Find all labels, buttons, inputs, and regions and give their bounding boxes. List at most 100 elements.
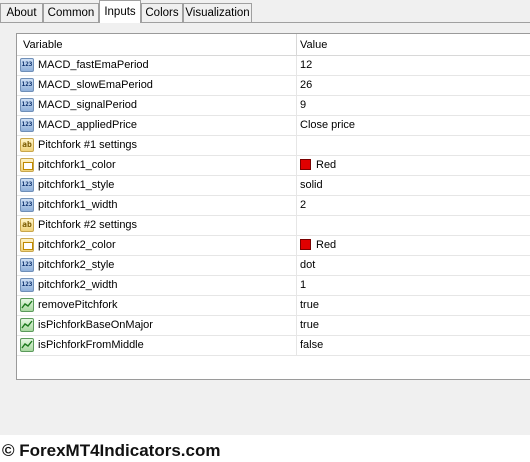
value-text: 1 xyxy=(300,279,307,291)
cell-divider xyxy=(296,236,297,255)
table-row[interactable]: isPichforkBaseOnMajor true xyxy=(17,316,530,336)
table-row[interactable]: ab Pitchfork #1 settings xyxy=(17,136,530,156)
value-cell[interactable]: true xyxy=(300,296,319,315)
variable-name: pitchfork2_width xyxy=(38,279,118,291)
tab-about[interactable]: About xyxy=(0,3,43,22)
cell-divider xyxy=(296,316,297,335)
value-text: 26 xyxy=(300,79,313,91)
numeric-icon: 123 xyxy=(20,178,34,192)
variable-name: pitchfork2_color xyxy=(38,239,116,251)
variable-name: pitchfork1_style xyxy=(38,179,115,191)
table-row[interactable]: 123 MACD_signalPeriod 9 xyxy=(17,96,530,116)
value-cell[interactable]: 12 xyxy=(300,56,312,75)
tab-visualization[interactable]: Visualization xyxy=(183,3,252,22)
table-row[interactable]: removePitchfork true xyxy=(17,296,530,316)
color-icon xyxy=(20,158,34,172)
value-cell[interactable]: false xyxy=(300,336,323,355)
grid-rows: 123 MACD_fastEmaPeriod 12 123 MACD_slowEmaPe… xyxy=(17,56,530,356)
cell-divider xyxy=(296,276,297,295)
value-text: Red xyxy=(316,239,337,251)
value-cell[interactable]: 9 xyxy=(300,96,306,115)
numeric-icon: 123 xyxy=(20,118,34,132)
variable-name: removePitchfork xyxy=(38,299,118,311)
variable-name: MACD_slowEmaPeriod xyxy=(38,79,153,91)
variable-name: isPichforkBaseOnMajor xyxy=(38,319,153,331)
value-text: true xyxy=(300,299,319,311)
cell-divider xyxy=(296,196,297,215)
color-swatch[interactable] xyxy=(300,239,311,250)
grid-header: Variable Value xyxy=(17,34,530,56)
cell-divider xyxy=(296,76,297,95)
inputs-grid: Variable Value 123 MACD_fastEmaPeriod 12 12… xyxy=(16,33,530,380)
value-cell[interactable]: 2 xyxy=(300,196,306,215)
tab-bar: About Common Inputs Colors Visualization xyxy=(0,0,530,23)
variable-name: MACD_appliedPrice xyxy=(38,119,138,131)
variable-name: isPichforkFromMiddle xyxy=(38,339,144,351)
value-text: dot xyxy=(300,259,316,271)
table-row[interactable]: 123 pitchfork1_style solid xyxy=(17,176,530,196)
table-row[interactable]: 123 pitchfork1_width 2 xyxy=(17,196,530,216)
column-divider[interactable] xyxy=(296,34,297,56)
value-text: Close price xyxy=(300,119,356,131)
table-row[interactable]: pitchfork1_color Red xyxy=(17,156,530,176)
value-text: 2 xyxy=(300,199,307,211)
variable-name: Pitchfork #1 settings xyxy=(38,139,138,151)
value-text: 9 xyxy=(300,99,307,111)
cell-divider xyxy=(296,156,297,175)
color-icon xyxy=(20,238,34,252)
value-text: 12 xyxy=(300,59,313,71)
tab-inputs[interactable]: Inputs xyxy=(99,0,141,23)
boolean-icon xyxy=(20,318,34,332)
table-row[interactable]: 123 MACD_fastEmaPeriod 12 xyxy=(17,56,530,76)
table-row[interactable]: 123 MACD_appliedPrice Close price xyxy=(17,116,530,136)
numeric-icon: 123 xyxy=(20,258,34,272)
watermark-text: © ForexMT4Indicators.com xyxy=(2,441,221,460)
value-text: true xyxy=(300,319,319,331)
table-row[interactable]: isPichforkFromMiddle false xyxy=(17,336,530,356)
boolean-icon xyxy=(20,338,34,352)
boolean-icon xyxy=(20,298,34,312)
tab-common[interactable]: Common xyxy=(43,3,99,22)
cell-divider xyxy=(296,216,297,235)
numeric-icon: 123 xyxy=(20,198,34,212)
value-cell[interactable]: solid xyxy=(300,176,323,195)
cell-divider xyxy=(296,56,297,75)
value-text: false xyxy=(300,339,324,351)
value-cell[interactable]: dot xyxy=(300,256,315,275)
numeric-icon: 123 xyxy=(20,58,34,72)
cell-divider xyxy=(296,176,297,195)
value-text: solid xyxy=(300,179,323,191)
variable-name: pitchfork1_width xyxy=(38,199,118,211)
variable-name: MACD_signalPeriod xyxy=(38,99,138,111)
value-cell[interactable]: 26 xyxy=(300,76,312,95)
value-cell[interactable]: Close price xyxy=(300,116,355,135)
numeric-icon: 123 xyxy=(20,78,34,92)
table-row[interactable]: 123 pitchfork2_width 1 xyxy=(17,276,530,296)
table-row[interactable]: 123 MACD_slowEmaPeriod 26 xyxy=(17,76,530,96)
column-header-variable[interactable]: Variable xyxy=(23,34,63,56)
numeric-icon: 123 xyxy=(20,278,34,292)
value-cell[interactable]: 1 xyxy=(300,276,306,295)
variable-name: MACD_fastEmaPeriod xyxy=(38,59,149,71)
cell-divider xyxy=(296,136,297,155)
column-header-value[interactable]: Value xyxy=(300,34,327,56)
table-row[interactable]: pitchfork2_color Red xyxy=(17,236,530,256)
variable-name: pitchfork2_style xyxy=(38,259,115,271)
tab-colors[interactable]: Colors xyxy=(141,3,183,22)
value-text: Red xyxy=(316,159,337,171)
table-row[interactable]: 123 pitchfork2_style dot xyxy=(17,256,530,276)
inputs-panel: Variable Value 123 MACD_fastEmaPeriod 12 12… xyxy=(0,23,530,435)
numeric-icon: 123 xyxy=(20,98,34,112)
cell-divider xyxy=(296,96,297,115)
variable-name: pitchfork1_color xyxy=(38,159,116,171)
table-row[interactable]: ab Pitchfork #2 settings xyxy=(17,216,530,236)
cell-divider xyxy=(296,336,297,355)
value-cell[interactable]: true xyxy=(300,316,319,335)
cell-divider xyxy=(296,256,297,275)
value-cell[interactable]: Red xyxy=(300,236,336,255)
string-icon: ab xyxy=(20,218,34,232)
value-cell[interactable]: Red xyxy=(300,156,336,175)
cell-divider xyxy=(296,296,297,315)
color-swatch[interactable] xyxy=(300,159,311,170)
string-icon: ab xyxy=(20,138,34,152)
